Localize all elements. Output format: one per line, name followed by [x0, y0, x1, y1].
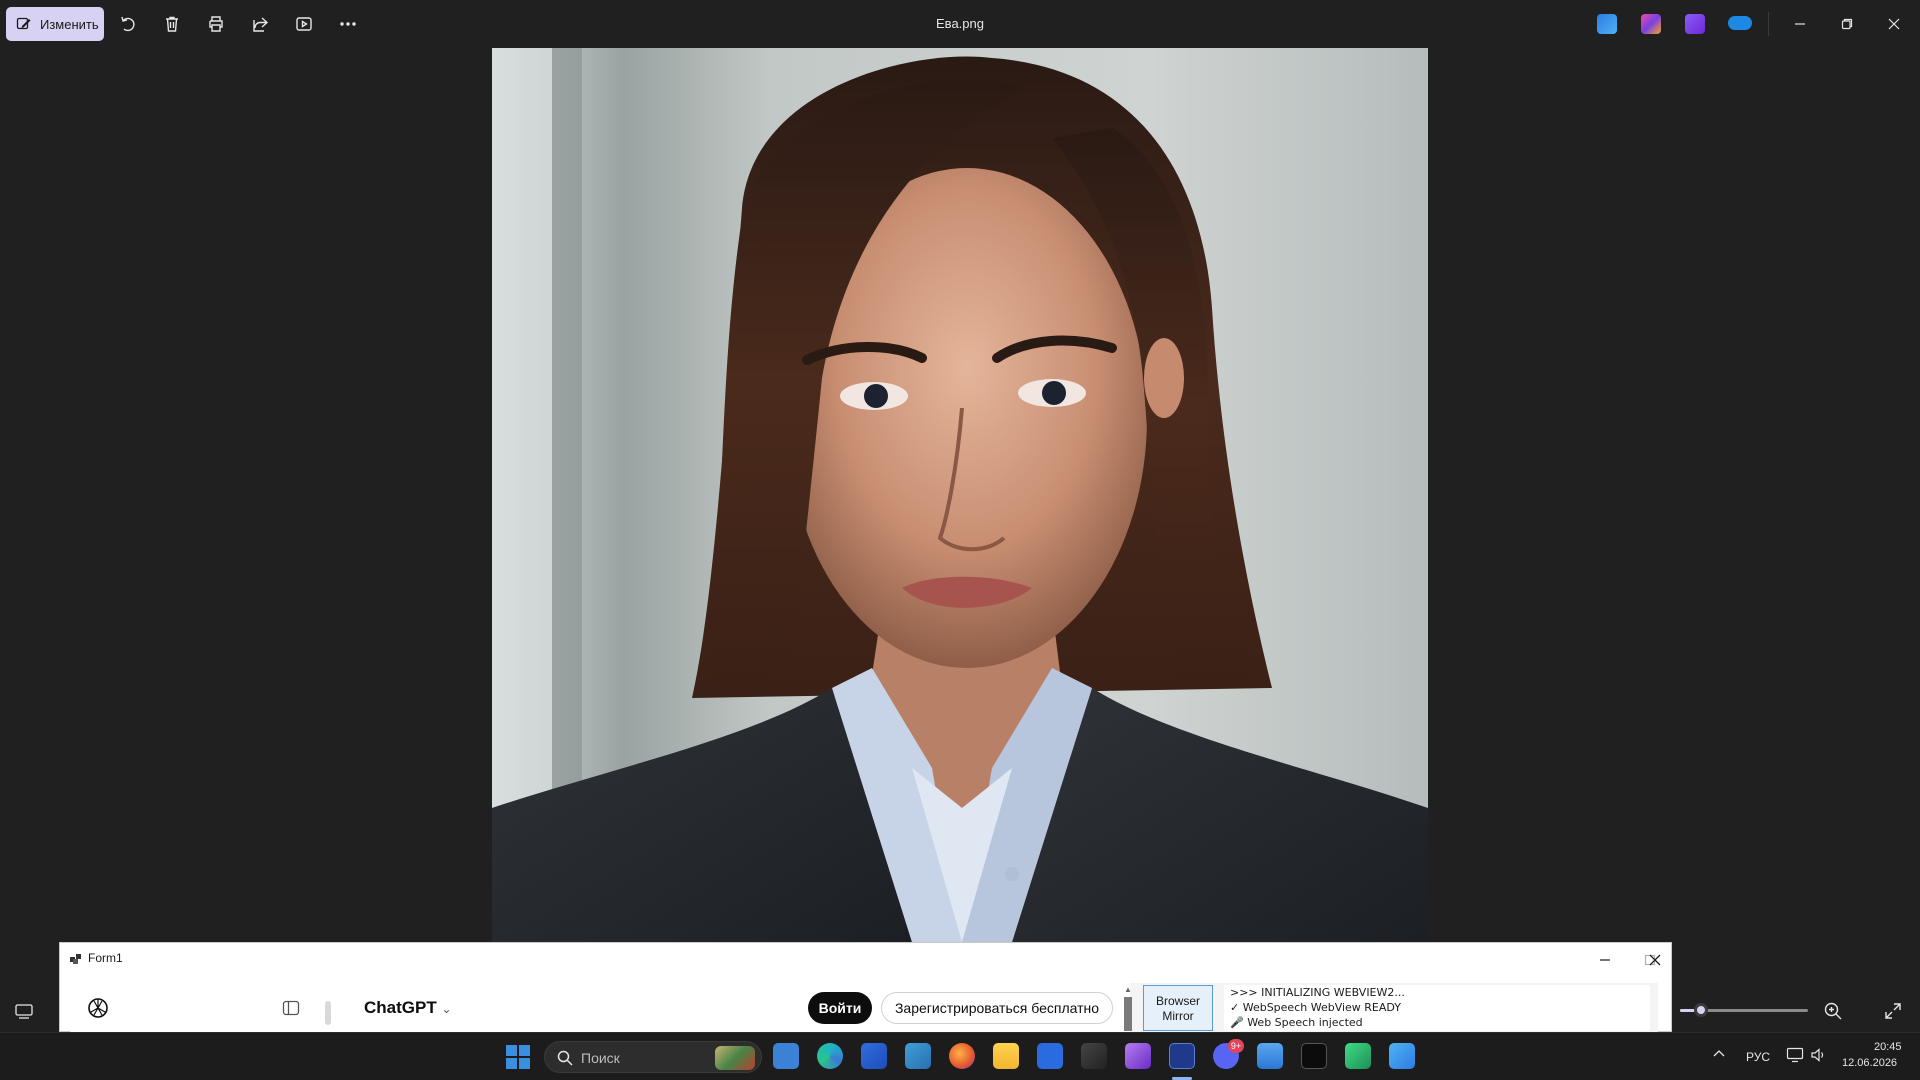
taskbar-app-visual-studio-icon[interactable]	[1125, 1043, 1151, 1069]
share-icon[interactable]	[248, 12, 272, 36]
search-placeholder: Поиск	[581, 1050, 620, 1066]
taskbar-app-form1-icon[interactable]	[1169, 1043, 1195, 1069]
log-line: ✓ WebSpeech WebView READY	[1230, 1001, 1401, 1014]
taskbar-app-android-studio-icon[interactable]	[1345, 1043, 1371, 1069]
taskbar-app-notepad-icon[interactable]	[1257, 1043, 1283, 1069]
photo-editor-app-icon[interactable]	[1597, 14, 1617, 34]
onedrive-icon[interactable]	[1728, 16, 1752, 30]
start-button[interactable]	[505, 1044, 531, 1070]
edit-button-label: Изменить	[40, 16, 99, 32]
close-icon	[1649, 954, 1661, 966]
edit-button[interactable]: Изменить	[6, 7, 104, 41]
taskbar-app-powershell-icon[interactable]	[773, 1043, 799, 1069]
portrait-image	[492, 48, 1428, 942]
minimize-icon	[1600, 959, 1610, 961]
webview-scrollbar-left[interactable]	[323, 989, 331, 1027]
scroll-up-arrow-icon[interactable]: ▲	[1124, 985, 1132, 994]
log-line: 🎤 Web Speech injected	[1230, 1016, 1363, 1029]
scrollbar-thumb[interactable]	[325, 1001, 331, 1025]
taskbar-app-firefox-icon[interactable]	[949, 1043, 975, 1069]
rotate-icon[interactable]	[116, 12, 140, 36]
webview-scrollbar[interactable]: ▲	[1123, 985, 1133, 1031]
chevron-down-icon: ⌄	[441, 1002, 452, 1016]
photos-toolbar: Изменить Ева.png	[0, 0, 1920, 48]
video-editor-app-icon[interactable]	[1685, 14, 1705, 34]
sidebar-toggle-icon[interactable]	[282, 999, 300, 1017]
search-highlight-image	[715, 1046, 755, 1070]
log-line: >>> INITIALIZING WEBVIEW2...	[1230, 986, 1405, 999]
volume-icon[interactable]	[1810, 1047, 1826, 1063]
print-icon[interactable]	[204, 12, 228, 36]
chevron-up-icon[interactable]	[1712, 1047, 1726, 1061]
form1-window: Form1 ChatGPT ⌄ Войти Зарегистрироваться…	[59, 942, 1672, 1033]
scrollbar-thumb[interactable]	[1124, 997, 1132, 1031]
login-button[interactable]: Войти	[808, 992, 872, 1024]
photo-canvas[interactable]	[492, 48, 1428, 942]
taskbar-app-remote-desktop-icon[interactable]	[905, 1043, 931, 1069]
clipchamp-app-icon[interactable]	[1641, 14, 1661, 34]
file-title: Ева.png	[936, 16, 984, 31]
zoom-slider-thumb[interactable]	[1694, 1003, 1708, 1017]
minimize-icon	[1795, 23, 1805, 25]
search-icon	[557, 1050, 573, 1066]
taskbar: Поиск 9+ РУС 20:45 12.06.2026	[0, 1032, 1920, 1080]
taskbar-app-tools-icon[interactable]	[1081, 1043, 1107, 1069]
windows-logo-icon	[506, 1045, 530, 1069]
more-icon[interactable]	[336, 12, 360, 36]
language-indicator[interactable]: РУС	[1746, 1050, 1770, 1064]
delete-icon[interactable]	[160, 12, 184, 36]
toolbar-divider	[1768, 12, 1769, 36]
minimize-button[interactable]	[1778, 8, 1822, 40]
model-label: ChatGPT	[364, 998, 437, 1017]
taskbar-app-photos-icon[interactable]	[1389, 1043, 1415, 1069]
restore-button[interactable]	[1825, 8, 1869, 40]
taskbar-app-terminal-icon[interactable]	[1301, 1043, 1327, 1069]
fullscreen-icon[interactable]	[1883, 1001, 1903, 1021]
network-icon[interactable]	[1786, 1047, 1804, 1063]
close-icon	[1888, 18, 1900, 30]
taskbar-search[interactable]: Поиск	[544, 1041, 762, 1073]
form1-content: ChatGPT ⌄ Войти Зарегистрироваться беспл…	[70, 983, 1658, 1033]
browser-mirror-label-2: Mirror	[1162, 1009, 1194, 1023]
taskbar-app-edge-icon[interactable]	[817, 1043, 843, 1069]
taskbar-app-todo-icon[interactable]	[1037, 1043, 1063, 1069]
restore-icon	[1841, 18, 1853, 30]
clock-time[interactable]: 20:45	[1874, 1041, 1902, 1053]
form1-minimize-button[interactable]	[1598, 953, 1612, 967]
browser-mirror-label-1: Browser	[1155, 994, 1200, 1008]
clock-date[interactable]: 12.06.2026	[1842, 1057, 1897, 1069]
form1-title: Form1	[88, 951, 123, 965]
form1-app-icon	[70, 952, 82, 964]
model-selector[interactable]: ChatGPT ⌄	[364, 998, 452, 1018]
edit-icon	[16, 17, 31, 30]
filmstrip-icon[interactable]	[14, 1002, 34, 1020]
openai-logo-icon[interactable]	[86, 996, 110, 1020]
browser-mirror-button[interactable]: Browser Mirror	[1143, 985, 1213, 1031]
zoom-in-icon[interactable]	[1823, 1001, 1843, 1021]
form1-close-button[interactable]	[1648, 953, 1662, 967]
discord-notification-badge: 9+	[1228, 1039, 1244, 1053]
taskbar-app-file-explorer-icon[interactable]	[993, 1043, 1019, 1069]
close-button[interactable]	[1872, 8, 1916, 40]
chatgpt-webview: ChatGPT ⌄ Войти Зарегистрироваться беспл…	[70, 983, 1130, 1033]
signup-button[interactable]: Зарегистрироваться бесплатно	[881, 992, 1113, 1024]
status-log: >>> INITIALIZING WEBVIEW2... ✓ WebSpeech…	[1224, 985, 1650, 1031]
slideshow-icon[interactable]	[292, 12, 316, 36]
taskbar-app-store-icon[interactable]	[861, 1043, 887, 1069]
